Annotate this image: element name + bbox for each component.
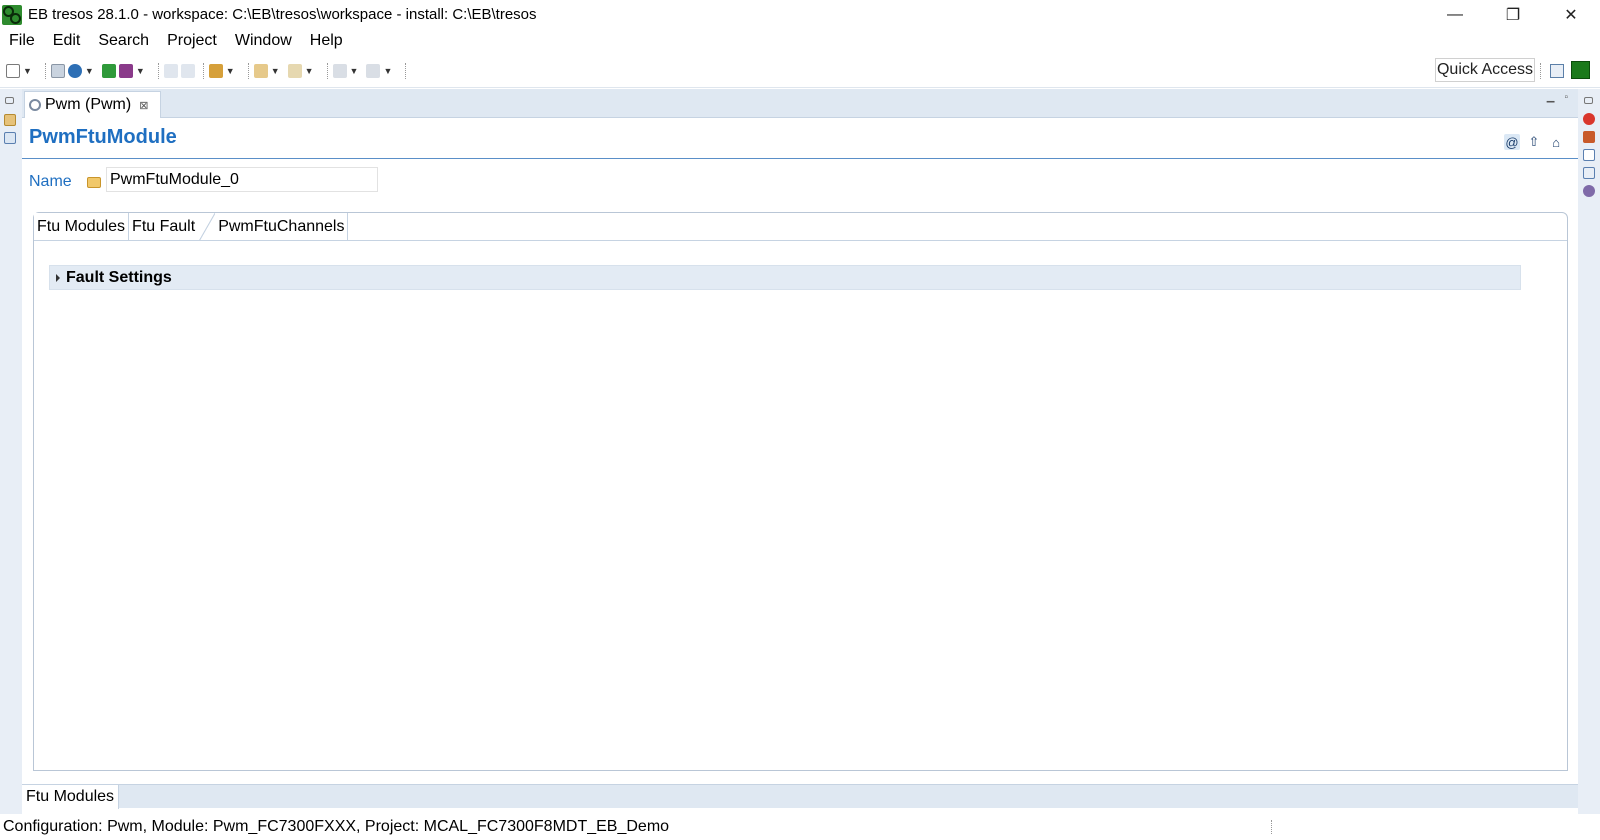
- form-title: PwmFtuModule: [29, 126, 177, 148]
- menu-file[interactable]: File: [9, 32, 35, 50]
- verify-icon[interactable]: [118, 63, 133, 78]
- restore-view-icon[interactable]: [1584, 97, 1593, 104]
- quick-access-field[interactable]: Quick Access: [1435, 58, 1535, 82]
- eb-tresos-app-icon: [2, 4, 22, 25]
- status-bar: Configuration: Pwm, Module: Pwm_FC7300FX…: [0, 814, 1600, 840]
- editor-tab-bar: Pwm (Pwm) ⊠ ▁ ▫: [22, 89, 1578, 118]
- close-button[interactable]: ✕: [1542, 0, 1600, 29]
- right-trim-bar: [1578, 89, 1600, 814]
- forward-icon[interactable]: [287, 63, 302, 78]
- window-title: EB tresos 28.1.0 - workspace: C:\EB\tres…: [28, 6, 537, 23]
- form-header-actions: @ ⇧ ⌂: [1504, 134, 1564, 150]
- editor-body: PwmFtuModule @ ⇧ ⌂ Name Ftu Modules Ftu …: [22, 118, 1578, 784]
- tresos-perspective-icon[interactable]: [1571, 61, 1590, 79]
- menu-search[interactable]: Search: [98, 32, 149, 50]
- toolbar-separator: [326, 62, 328, 79]
- expand-arrow-icon[interactable]: [56, 273, 60, 282]
- import-icon[interactable]: [332, 63, 347, 78]
- export-icon[interactable]: [366, 63, 381, 78]
- toolbar-separator: [202, 62, 204, 79]
- page-tab-ftu-modules[interactable]: Ftu Modules: [22, 785, 120, 809]
- pin-dropdown-icon[interactable]: ▼: [226, 66, 235, 76]
- link-icon[interactable]: @: [1504, 134, 1520, 150]
- outline-icon[interactable]: [4, 132, 16, 144]
- toolbar-separator: [1540, 63, 1541, 79]
- section-title: Fault Settings: [66, 268, 172, 286]
- node-info-icon[interactable]: [1583, 185, 1595, 197]
- verify-dropdown-icon[interactable]: ▼: [136, 66, 145, 76]
- status-separator: [1271, 820, 1272, 834]
- home-icon[interactable]: ⌂: [1548, 134, 1564, 150]
- import-dropdown-icon[interactable]: ▼: [350, 66, 359, 76]
- back-dropdown-icon[interactable]: ▼: [271, 66, 280, 76]
- toolbar-separator: [44, 62, 46, 79]
- tab-ftu-fault[interactable]: Ftu Fault: [129, 213, 216, 241]
- tasks-icon[interactable]: [1583, 167, 1595, 179]
- globe-icon[interactable]: [67, 63, 82, 78]
- globe-dropdown-icon[interactable]: ▼: [85, 66, 94, 76]
- editor-tab-label: Pwm (Pwm): [45, 96, 132, 113]
- minimize-button[interactable]: —: [1426, 0, 1484, 29]
- minimize-editor-icon[interactable]: ▁: [1547, 92, 1555, 103]
- open-perspective-icon[interactable]: [1550, 64, 1564, 78]
- left-trim-bar: [0, 89, 22, 814]
- new-dropdown-icon[interactable]: ▼: [23, 66, 32, 76]
- folder-open-icon: [87, 177, 101, 188]
- menu-window[interactable]: Window: [235, 32, 292, 50]
- properties-icon[interactable]: [1583, 131, 1595, 143]
- problems-icon[interactable]: [1583, 113, 1595, 125]
- new-icon[interactable]: [6, 63, 20, 78]
- menu-bar: File Edit Search Project Window Help: [0, 29, 1600, 53]
- status-text: Configuration: Pwm, Module: Pwm_FC7300FX…: [3, 818, 670, 835]
- restore-button[interactable]: ❐: [1484, 0, 1542, 29]
- export-dropdown-icon[interactable]: ▼: [383, 66, 392, 76]
- tab-folder-divider: [34, 240, 1567, 241]
- menu-project[interactable]: Project: [167, 32, 217, 50]
- console-icon[interactable]: [1583, 149, 1595, 161]
- form-title-divider: [22, 158, 1578, 159]
- toolbar-separator: [157, 62, 159, 79]
- name-field[interactable]: [106, 167, 378, 192]
- editor-tab-pwm[interactable]: Pwm (Pwm) ⊠: [24, 91, 162, 118]
- tab-pwm-ftu-channels[interactable]: PwmFtuChannels: [215, 213, 349, 241]
- maximize-editor-icon[interactable]: ▫: [1564, 92, 1568, 103]
- window-controls: — ❐ ✕: [1426, 0, 1600, 29]
- toolbar-separator: [247, 62, 249, 79]
- project-explorer-icon[interactable]: [4, 114, 16, 126]
- restore-view-icon[interactable]: [5, 97, 14, 104]
- go-up-icon[interactable]: ⇧: [1526, 134, 1542, 150]
- redo-icon[interactable]: [180, 63, 195, 78]
- back-icon[interactable]: [253, 63, 268, 78]
- menu-help[interactable]: Help: [310, 32, 343, 50]
- tab-folder-tabs: Ftu Modules Ftu Fault PwmFtuChannels: [34, 213, 349, 241]
- pin-icon[interactable]: [208, 63, 223, 78]
- generate-icon[interactable]: [101, 63, 116, 78]
- fault-settings-section[interactable]: Fault Settings: [49, 265, 1521, 290]
- main-toolbar: ▼ ▼ ▼ ▼ ▼ ▼ ▼ ▼ Quick Access: [0, 54, 1600, 88]
- undo-icon[interactable]: [163, 63, 178, 78]
- name-label: Name: [29, 173, 72, 190]
- close-tab-icon[interactable]: ⊠: [139, 99, 148, 112]
- toolbar-separator: [405, 62, 407, 79]
- tab-folder: Ftu Modules Ftu Fault PwmFtuChannels Fau…: [33, 212, 1568, 771]
- title-bar: EB tresos 28.1.0 - workspace: C:\EB\tres…: [0, 0, 1600, 29]
- page-tab-bar: Ftu Modules: [22, 784, 1578, 809]
- menu-edit[interactable]: Edit: [53, 32, 81, 50]
- save-icon[interactable]: [50, 63, 65, 78]
- module-config-icon: [29, 99, 41, 111]
- forward-dropdown-icon[interactable]: ▼: [305, 66, 314, 76]
- tab-ftu-modules[interactable]: Ftu Modules: [34, 213, 130, 241]
- editor-window-controls: ▁ ▫: [1547, 92, 1568, 103]
